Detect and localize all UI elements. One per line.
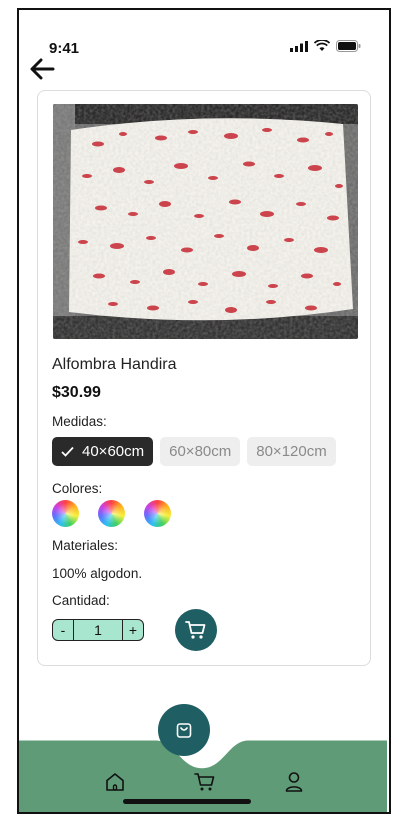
size-options: 40×60cm 60×80cm 80×120cm bbox=[52, 437, 336, 466]
quantity-value: 1 bbox=[73, 620, 123, 640]
size-option-80x120[interactable]: 80×120cm bbox=[247, 437, 336, 466]
sizes-label: Medidas: bbox=[52, 414, 107, 429]
product-card: Alfombra Handira $30.99 Medidas: 40×60cm… bbox=[37, 90, 371, 666]
bag-icon bbox=[176, 723, 192, 738]
home-icon bbox=[106, 773, 124, 791]
user-icon bbox=[285, 772, 303, 792]
size-option-label: 40×60cm bbox=[82, 443, 145, 460]
size-option-40x60[interactable]: 40×60cm bbox=[52, 437, 154, 466]
home-indicator bbox=[123, 799, 251, 804]
bag-fab-button[interactable] bbox=[158, 704, 210, 756]
battery-icon bbox=[336, 40, 361, 52]
status-bar: 9:41 bbox=[19, 10, 389, 60]
color-swatch-1[interactable] bbox=[52, 500, 79, 527]
phone-frame: 9:41 Alfombra Handira $30.99 Medidas: 40… bbox=[17, 8, 391, 814]
back-button[interactable] bbox=[29, 58, 55, 80]
cart-icon bbox=[194, 773, 215, 791]
materials-value: 100% algodon. bbox=[52, 566, 143, 581]
colors-label: Colores: bbox=[52, 481, 103, 496]
add-to-cart-button[interactable] bbox=[175, 609, 217, 651]
size-option-label: 60×80cm bbox=[169, 443, 232, 460]
product-title: Alfombra Handira bbox=[52, 356, 177, 373]
quantity-increase-button[interactable]: + bbox=[123, 622, 143, 638]
nav-profile[interactable] bbox=[282, 770, 306, 794]
nav-cart[interactable] bbox=[193, 770, 217, 794]
color-swatch-3[interactable] bbox=[144, 500, 171, 527]
check-icon bbox=[61, 446, 74, 457]
size-option-label: 80×120cm bbox=[256, 443, 327, 460]
wifi-icon bbox=[314, 40, 330, 51]
color-swatch-2[interactable] bbox=[98, 500, 125, 527]
quantity-decrease-button[interactable]: - bbox=[53, 622, 73, 638]
signal-icon bbox=[290, 40, 308, 52]
quantity-label: Cantidad: bbox=[52, 593, 110, 608]
cart-icon bbox=[185, 621, 206, 639]
quantity-stepper: - 1 + bbox=[52, 619, 144, 641]
arrow-left-icon bbox=[30, 58, 55, 80]
materials-label: Materiales: bbox=[52, 538, 119, 553]
system-icons bbox=[290, 40, 361, 52]
product-price: $30.99 bbox=[52, 384, 101, 401]
product-image bbox=[53, 104, 358, 339]
nav-home[interactable] bbox=[103, 770, 127, 794]
size-option-60x80[interactable]: 60×80cm bbox=[160, 437, 241, 466]
status-time: 9:41 bbox=[49, 40, 80, 57]
color-options bbox=[52, 500, 171, 527]
